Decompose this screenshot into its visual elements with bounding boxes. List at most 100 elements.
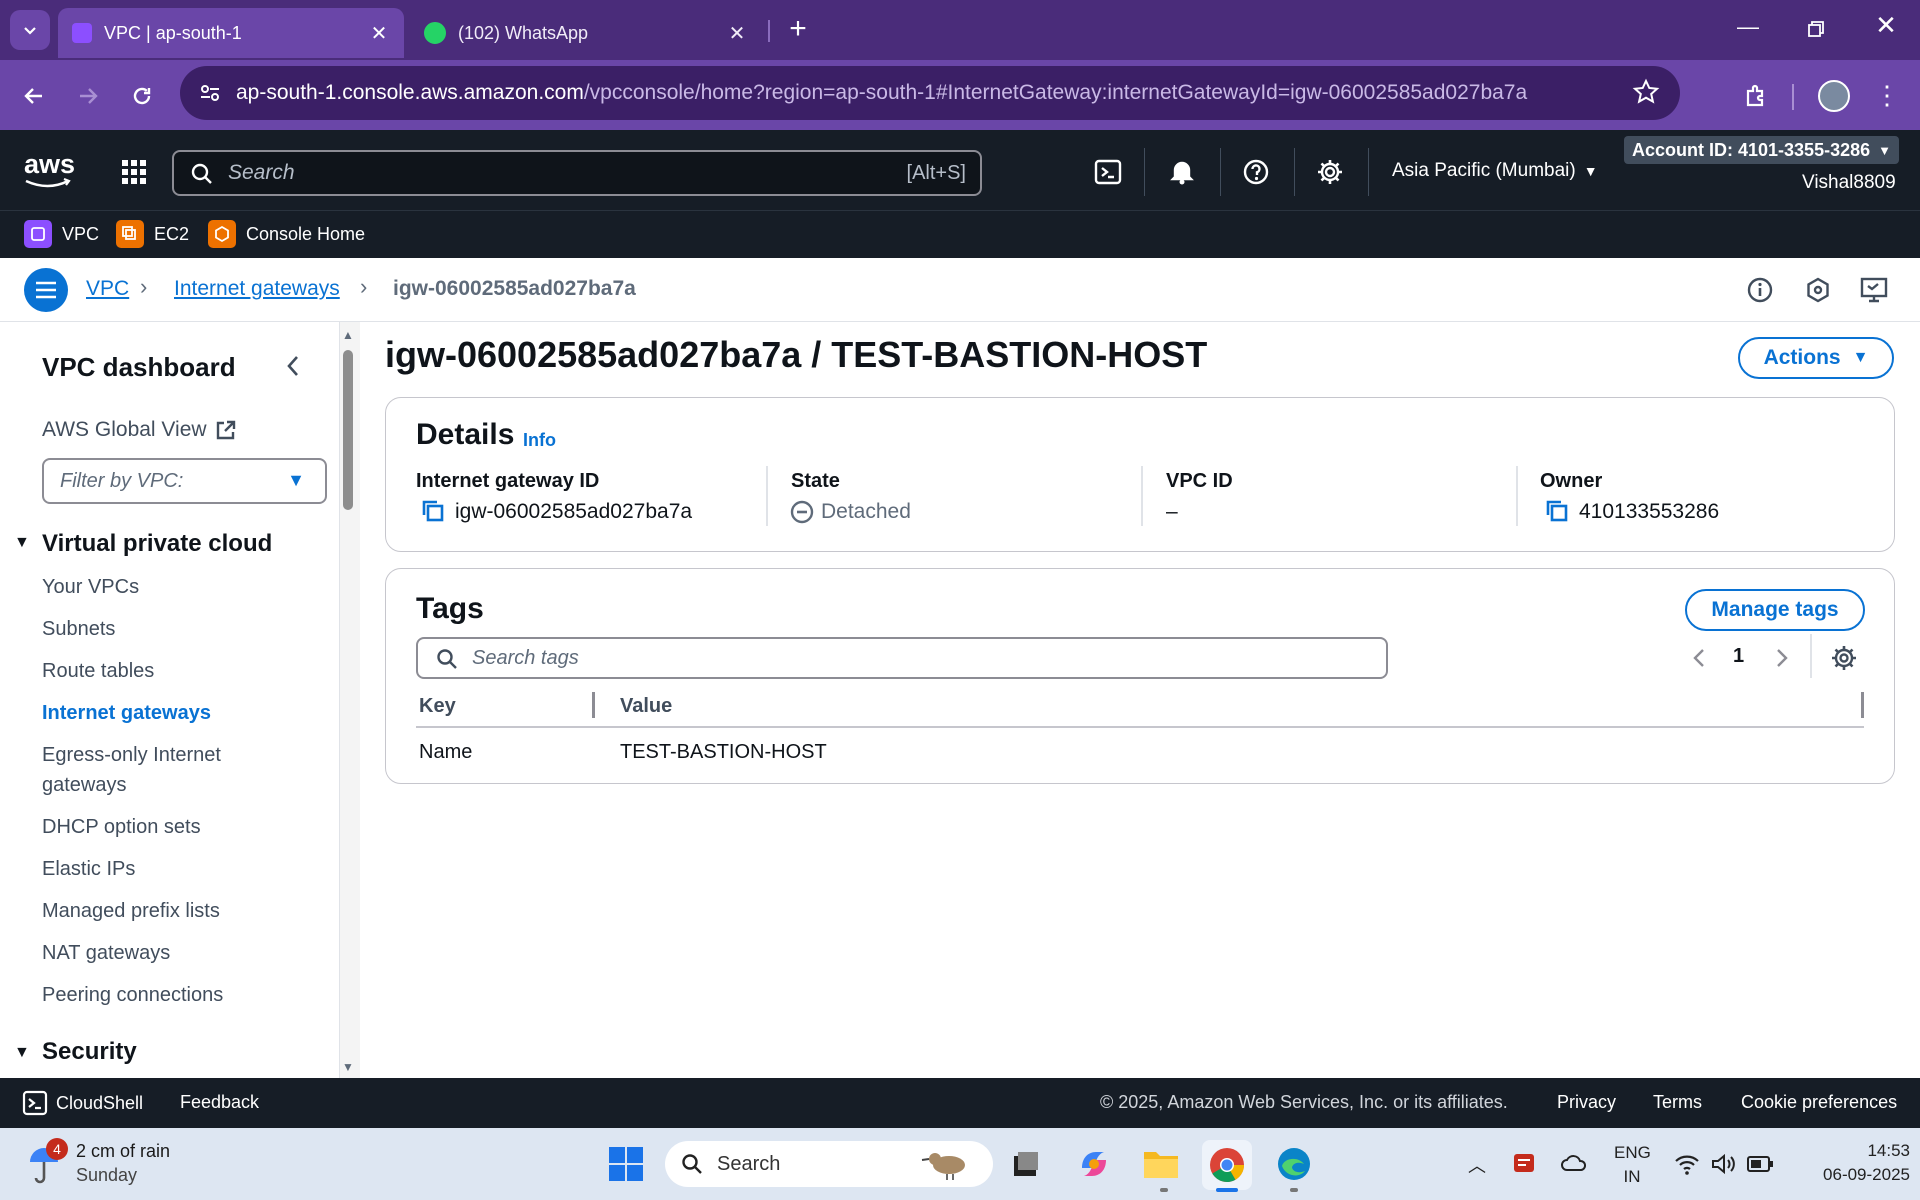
new-tab-button[interactable]: + [780, 12, 816, 48]
sidebar-item-route-tables[interactable]: Route tables [42, 660, 154, 683]
nav-menu-toggle[interactable] [24, 268, 68, 312]
sidebar-item-egress-only-internet-gateways-line2[interactable]: gateways [42, 774, 127, 797]
breadcrumb-vpc[interactable]: VPC [86, 277, 129, 301]
cookie-preferences-link[interactable]: Cookie preferences [1741, 1092, 1897, 1113]
sidebar-item-peering-connections[interactable]: Peering connections [42, 984, 223, 1007]
forward-button[interactable] [70, 78, 106, 114]
sidebar-scroll-thumb[interactable] [343, 350, 353, 510]
favorite-console-home[interactable]: Console Home [208, 216, 365, 252]
browser-tab-whatsapp[interactable]: (102) WhatsApp ✕ [410, 8, 762, 58]
close-window-button[interactable]: ✕ [1866, 10, 1906, 46]
sidebar-item-managed-prefix-lists[interactable]: Managed prefix lists [42, 900, 220, 923]
minimize-button[interactable]: — [1728, 14, 1768, 44]
sidebar-item-subnets[interactable]: Subnets [42, 618, 115, 641]
breadcrumb-current: igw-06002585ad027ba7a [393, 277, 636, 300]
back-button[interactable] [16, 78, 52, 114]
file-explorer-button[interactable] [1142, 1146, 1180, 1182]
weather-day: Sunday [76, 1165, 138, 1185]
sidebar-title[interactable]: VPC dashboard [42, 352, 236, 383]
aws-global-view-link[interactable]: AWS Global View [42, 418, 237, 442]
close-icon[interactable]: ✕ [368, 21, 390, 46]
reload-button[interactable] [124, 78, 160, 114]
bookmark-star-icon[interactable] [1632, 78, 1660, 106]
volume-icon[interactable] [1710, 1152, 1736, 1176]
task-view-button[interactable] [1010, 1148, 1042, 1180]
wifi-icon[interactable] [1674, 1152, 1700, 1176]
edge-taskbar-button[interactable] [1276, 1146, 1312, 1182]
section-virtual-private-cloud[interactable]: Virtual private cloud [42, 530, 272, 558]
browser-tab-vpc[interactable]: VPC | ap-south-1 ✕ [58, 8, 404, 58]
weather-text[interactable]: 2 cm of rain [76, 1141, 170, 1162]
feedback-link[interactable]: Feedback [180, 1092, 259, 1113]
security-panel-button[interactable] [1804, 276, 1832, 304]
tab-list-button[interactable] [10, 10, 50, 50]
clock-time[interactable]: 14:53 [1830, 1141, 1910, 1161]
close-icon[interactable]: ✕ [726, 21, 748, 46]
breadcrumb-internet-gateways[interactable]: Internet gateways [174, 277, 340, 301]
column-header-key[interactable]: Key [419, 695, 456, 718]
caret-down-icon[interactable]: ▼ [14, 534, 30, 552]
aws-logo[interactable]: aws [24, 150, 76, 190]
details-info-link[interactable]: Info [523, 430, 556, 451]
sidebar-item-elastic-ips[interactable]: Elastic IPs [42, 858, 135, 881]
restore-button[interactable] [1796, 14, 1836, 44]
weather-badge: 4 [46, 1138, 68, 1160]
next-page-button[interactable] [1771, 644, 1793, 672]
notifications-button[interactable] [1168, 158, 1196, 186]
input-language-top[interactable]: ENG [1614, 1143, 1651, 1163]
copy-owner-button[interactable] [1544, 498, 1570, 524]
caret-down-icon[interactable]: ▼ [14, 1044, 30, 1062]
vpc-filter-select[interactable]: Filter by VPC: ▼ [42, 458, 327, 504]
previous-page-button[interactable] [1688, 644, 1710, 672]
help-button[interactable] [1242, 158, 1270, 186]
site-info-icon[interactable] [198, 81, 222, 105]
services-menu-button[interactable] [120, 158, 148, 186]
page-number[interactable]: 1 [1733, 645, 1744, 668]
table-preferences-button[interactable] [1830, 644, 1858, 672]
cloudshell-footer-button[interactable]: CloudShell [22, 1090, 143, 1116]
copilot-button[interactable] [1076, 1146, 1112, 1182]
column-resizer[interactable] [1861, 692, 1864, 718]
info-panel-button[interactable] [1746, 276, 1774, 304]
sidebar-item-egress-only-internet-gateways[interactable]: Egress-only Internet [42, 744, 221, 767]
running-indicator [1290, 1188, 1298, 1192]
scroll-down-icon[interactable]: ▼ [342, 1060, 354, 1074]
tray-app-icon[interactable] [1512, 1150, 1538, 1176]
chrome-taskbar-button[interactable] [1202, 1140, 1252, 1190]
username[interactable]: Vishal8809 [1802, 172, 1896, 194]
show-hidden-icons-button[interactable]: ︿ [1468, 1152, 1486, 1178]
aws-search-input[interactable]: Search [Alt+S] [172, 150, 982, 196]
battery-icon[interactable] [1746, 1154, 1774, 1174]
settings-button[interactable] [1316, 158, 1344, 186]
sidebar-item-nat-gateways[interactable]: NAT gateways [42, 942, 170, 965]
favorite-ec2[interactable]: EC2 [116, 216, 189, 252]
extensions-button[interactable] [1738, 78, 1774, 114]
favorite-vpc[interactable]: VPC [24, 216, 99, 252]
column-resizer[interactable] [592, 692, 595, 718]
browser-menu-button[interactable]: ⋮ [1874, 80, 1900, 112]
windows-start-button[interactable] [608, 1146, 644, 1182]
sidebar-item-your-vpcs[interactable]: Your VPCs [42, 576, 139, 599]
search-tags-input[interactable]: Search tags [416, 637, 1388, 679]
taskbar-search[interactable]: Search [665, 1141, 993, 1187]
profile-avatar[interactable] [1818, 80, 1850, 112]
cloudshell-header-button[interactable] [1094, 158, 1122, 186]
address-bar[interactable]: ap-south-1.console.aws.amazon.com/vpccon… [180, 66, 1680, 120]
collapse-sidebar-button[interactable] [282, 352, 304, 380]
privacy-link[interactable]: Privacy [1557, 1092, 1616, 1113]
sidebar-item-dhcp-option-sets[interactable]: DHCP option sets [42, 816, 201, 839]
scroll-up-icon[interactable]: ▲ [342, 328, 354, 342]
manage-tags-button[interactable]: Manage tags [1685, 589, 1865, 631]
sidebar-item-internet-gateways[interactable]: Internet gateways [42, 702, 211, 725]
column-header-value[interactable]: Value [620, 695, 672, 718]
actions-button[interactable]: Actions ▼ [1738, 337, 1894, 379]
arrow-left-icon [24, 88, 42, 104]
account-id-badge[interactable]: Account ID: 4101-3355-3286 ▼ [1624, 136, 1899, 164]
section-security[interactable]: Security [42, 1038, 137, 1066]
onedrive-tray-button[interactable] [1560, 1150, 1588, 1176]
region-selector[interactable]: Asia Pacific (Mumbai) ▼ [1392, 160, 1598, 182]
tutorials-panel-button[interactable] [1860, 276, 1890, 304]
copy-igw-id-button[interactable] [420, 498, 446, 524]
chevron-right-icon: › [360, 274, 368, 299]
terms-link[interactable]: Terms [1653, 1092, 1702, 1113]
